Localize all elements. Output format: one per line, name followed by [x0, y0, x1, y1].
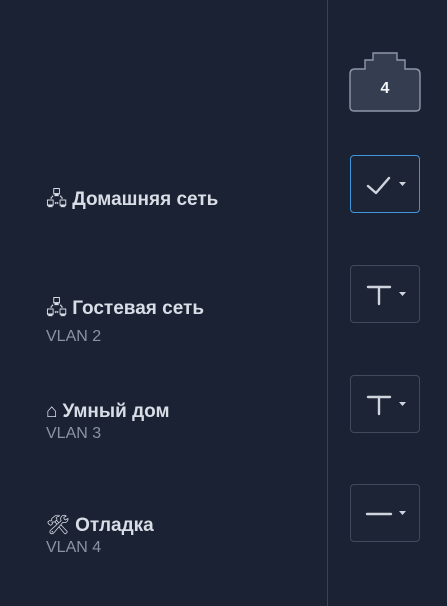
- vlan-row-debug: 🛠 Отладка VLAN 4: [46, 513, 154, 557]
- vlan-row-guest-network: 🖧 Гостевая сеть VLAN 2: [46, 294, 204, 346]
- checkmark-icon: [366, 176, 391, 195]
- mode-dropdown-smart-home[interactable]: [350, 375, 420, 433]
- mode-dropdown-debug[interactable]: [350, 484, 420, 542]
- vlan-id: VLAN 3: [46, 425, 102, 442]
- tagged-icon: [366, 395, 392, 416]
- vlan-row-home-network: 🖧 Домашняя сеть: [46, 185, 218, 217]
- tools-icon: 🛠: [46, 515, 71, 536]
- network-icon: 🖧: [46, 298, 68, 319]
- row-title: Умный дом: [62, 401, 170, 422]
- chevron-down-icon: [399, 402, 406, 406]
- chevron-down-icon: [399, 511, 406, 515]
- chevron-down-icon: [399, 182, 406, 186]
- vlan-id: VLAN 4: [46, 539, 102, 556]
- home-icon: ⌂: [46, 401, 58, 422]
- chevron-down-icon: [399, 292, 406, 296]
- row-title: Отладка: [75, 515, 154, 536]
- row-title: Гостевая сеть: [72, 298, 205, 319]
- mode-dropdown-home-network[interactable]: [350, 155, 420, 213]
- port-header: 4: [349, 52, 421, 112]
- mode-dropdown-guest-network[interactable]: [350, 265, 420, 323]
- vlan-row-smart-home: ⌂ Умный дом VLAN 3: [46, 401, 170, 443]
- row-title: Домашняя сеть: [72, 189, 219, 210]
- port-number: 4: [380, 80, 390, 97]
- network-icon: 🖧: [46, 189, 68, 210]
- tagged-icon: [366, 285, 392, 306]
- column-divider: [327, 0, 328, 606]
- vlan-id: VLAN 2: [46, 328, 102, 345]
